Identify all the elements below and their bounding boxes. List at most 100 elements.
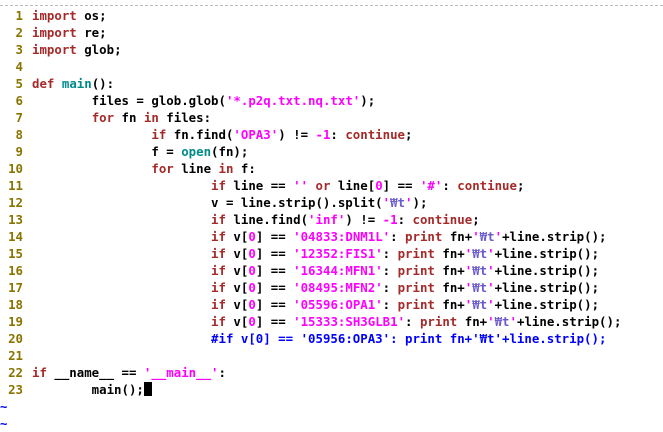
code-text: for fn in files: — [32, 109, 211, 126]
line-number: 16 — [8, 263, 23, 278]
code-line[interactable]: 2 import re; — [0, 24, 663, 41]
code-line[interactable]: 12 v = line.strip().split('₩t'); — [0, 194, 663, 211]
code-token: print — [419, 314, 458, 329]
code-token: 0 — [248, 297, 256, 312]
code-token: ₩t — [472, 263, 488, 278]
code-token: '15333:SH3GLB1' — [293, 314, 406, 329]
code-line[interactable]: 11 if line == '' or line[0] == '#': cont… — [0, 177, 663, 194]
line-number: 6 — [15, 93, 23, 108]
code-token: ₩t — [479, 229, 495, 244]
code-token: ' — [487, 280, 495, 295]
code-line[interactable]: 19 if v[0] == '15333:SH3GLB1': print fn+… — [0, 313, 663, 330]
code-line[interactable]: 20 #if v[0] == '05956:OPA3': print fn+'₩… — [0, 330, 663, 347]
code-line[interactable]: 22 if __name__ == '__main__': — [0, 364, 663, 381]
code-token: 'OPA3' — [233, 127, 279, 142]
code-line[interactable]: 9 f = open(fn); — [0, 143, 663, 160]
code-token: '#' — [419, 178, 443, 193]
code-line[interactable]: 1 import os; — [0, 7, 663, 24]
code-line[interactable]: 14 if v[0] == '04833:DNM1L': print fn+'₩… — [0, 228, 663, 245]
code-line[interactable]: 5 def main(): — [0, 75, 663, 92]
code-token: : — [330, 127, 346, 142]
code-token: '__main__' — [143, 365, 219, 380]
code-token: : — [218, 365, 226, 380]
code-token: v = line.strip().split( — [32, 195, 383, 210]
line-number: 3 — [15, 42, 23, 57]
code-token: +line.strip(); — [494, 263, 600, 278]
code-token: for — [151, 161, 174, 176]
line-number: 15 — [8, 246, 23, 261]
code-token: ] == — [382, 178, 420, 193]
code-token: ' — [487, 314, 495, 329]
code-token: ] == — [255, 246, 294, 261]
code-token: def — [32, 76, 55, 91]
code-token: f: — [233, 161, 256, 176]
code-line[interactable]: 15 if v[0] == '12352:FIS1': print fn+ '₩t… — [0, 245, 663, 262]
code-token: in — [143, 110, 159, 125]
line-number: 20 — [8, 331, 23, 346]
code-token: 0 — [248, 246, 256, 261]
code-line[interactable]: 17 if v[0] == '08495:MFN2': print fn+ '₩t… — [0, 279, 663, 296]
code-line[interactable]: 3 import glob; — [0, 41, 663, 58]
code-token: : — [397, 212, 413, 227]
tilde-marker: ~ — [0, 399, 8, 414]
code-line[interactable]: 23 main(); — [0, 381, 663, 398]
code-token: +line.strip(); — [516, 314, 622, 329]
code-token: fn+ — [442, 229, 473, 244]
code-line[interactable]: 13 if line.find('inf') != -1: continue; — [0, 211, 663, 228]
code-token: ₩t — [472, 297, 488, 312]
code-text: if line == '' or line[0] == '#': continu… — [32, 177, 524, 194]
line-number: 14 — [8, 229, 23, 244]
code-token: : — [382, 263, 398, 278]
code-text: if v[0] == '08495:MFN2': print fn+'₩t'+l… — [32, 279, 599, 296]
code-token: fn+ — [457, 314, 488, 329]
code-token: fn+ — [434, 246, 465, 261]
code-token: if — [211, 314, 226, 329]
code-token: : — [382, 246, 398, 261]
code-token: if — [151, 127, 167, 142]
code-text: if v[0] == '16344:MFN1': print fn+'₩t'+l… — [32, 262, 599, 279]
code-line[interactable]: 21 — [0, 347, 663, 364]
code-text: def main(): — [32, 75, 114, 92]
code-token: files: — [158, 110, 212, 125]
code-line[interactable]: 8 if fn.find('OPA3') != -1: continue; — [0, 126, 663, 143]
line-number: 10 — [8, 161, 23, 176]
code-line[interactable]: 10 for line in f: — [0, 160, 663, 177]
code-token: : — [382, 297, 398, 312]
code-token: print — [397, 297, 435, 312]
line-number: 19 — [8, 314, 23, 329]
code-text: files = glob.glob('*.p2q.txt.nq.txt'); — [32, 92, 376, 109]
code-token: ' — [487, 263, 495, 278]
code-token: 'inf' — [308, 212, 346, 227]
code-token: if — [211, 246, 226, 261]
code-token: print — [405, 229, 443, 244]
code-token: main — [61, 76, 92, 91]
code-token: : — [405, 314, 420, 329]
code-line[interactable]: 16 if v[0] == '16344:MFN1': print fn+ '₩t… — [0, 262, 663, 279]
code-token: line — [173, 161, 219, 176]
code-text: if v[0] == '12352:FIS1': print fn+'₩t'+l… — [32, 245, 599, 262]
code-token: if — [211, 178, 226, 193]
code-token: ₩t — [494, 314, 510, 329]
code-token: '04833:DNM1L' — [293, 229, 391, 244]
code-token: or — [315, 178, 331, 193]
code-line[interactable]: 6 files = glob.glob('*.p2q.txt.nq.txt'); — [0, 92, 663, 109]
code-token: ' — [472, 229, 480, 244]
code-token: ' — [487, 297, 495, 312]
code-line[interactable]: 4 — [0, 58, 663, 75]
code-token: (): — [91, 76, 115, 91]
code-token: ] == — [255, 314, 294, 329]
code-token: ] == — [255, 297, 294, 312]
line-number: 1 — [15, 8, 23, 23]
code-token: ' — [494, 229, 503, 244]
vim-editor[interactable]: 1 import os; 2 import re; 3 import glob; 4 5 def… — [0, 7, 663, 432]
line-number: 21 — [8, 348, 23, 363]
code-line[interactable]: 18 if v[0] == '05596:OPA1': print fn+ '₩t… — [0, 296, 663, 313]
code-line[interactable]: 7 for fn in files: — [0, 109, 663, 126]
line-number: 13 — [8, 212, 23, 227]
code-token: ; — [516, 178, 525, 193]
code-text: v = line.strip().split('₩t'); — [32, 194, 427, 211]
